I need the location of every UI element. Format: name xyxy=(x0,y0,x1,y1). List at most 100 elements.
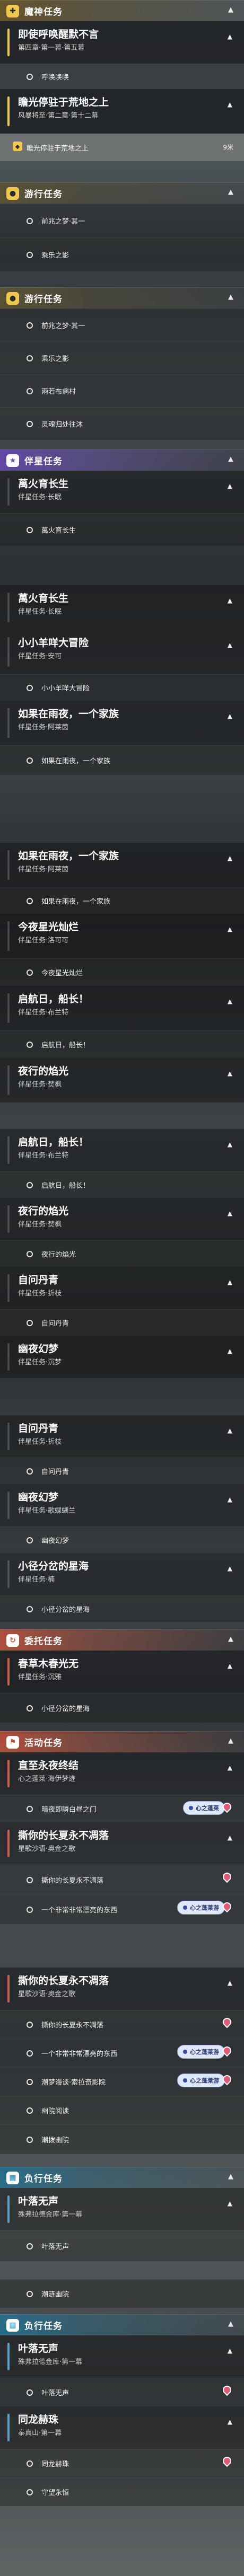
category-header-main[interactable]: ✚ 魔神任务 ▲ xyxy=(0,0,244,21)
location-badge[interactable]: 心之蓬莱游 xyxy=(177,1901,225,1915)
chevron-up-icon[interactable]: ▲ xyxy=(228,1565,232,1572)
objective-row[interactable]: 幽夜幻梦 xyxy=(0,1527,244,1553)
objective-row[interactable]: 一个非常非常漂亮的东西 心之蓬莱游 xyxy=(0,1894,244,1924)
chevron-up-icon[interactable]: ▲ xyxy=(228,1979,232,1987)
chevron-up-icon[interactable]: ▲ xyxy=(228,101,232,108)
chevron-up-icon[interactable]: ▲ xyxy=(228,1834,232,1841)
chevron-up-icon[interactable]: ▲ xyxy=(228,712,232,720)
category-header-commission[interactable]: ↻ 委托任务 ▲ xyxy=(0,1629,244,1651)
chevron-up-icon[interactable]: ▲ xyxy=(228,597,232,604)
quest-entry[interactable]: 幽夜幻梦 伴星任务·沉梦 ▲ xyxy=(0,1336,244,1378)
objective-row[interactable]: 小小羊咩大冒险 xyxy=(0,674,244,701)
chevron-up-icon[interactable]: ▲ xyxy=(228,1070,232,1077)
collapse-arrow-icon[interactable]: ▲ xyxy=(228,1635,233,1643)
collapse-arrow-icon[interactable]: ▲ xyxy=(228,2173,233,2181)
quest-entry[interactable]: 撕你的长夏永不凋落 星歌沙语·奥金之歌 ▲ xyxy=(0,1822,244,1865)
quest-entry[interactable]: 即使呼唤醒默不言 第四章·第一幕·第五幕 ▲ xyxy=(0,21,244,64)
chevron-up-icon[interactable]: ▲ xyxy=(228,641,232,649)
chevron-up-icon[interactable]: ▲ xyxy=(228,1278,232,1286)
quest-entry[interactable]: 如果在雨夜，一个家族 伴星任务·阿莱茵 ▲ xyxy=(0,843,244,887)
objective-row[interactable]: 潮拨幽院 xyxy=(0,2124,244,2154)
category-header-side[interactable]: ● 游行任务 ▲ xyxy=(0,287,244,308)
quest-entry[interactable]: 萬火育长生 伴星任务·长眠 ▲ xyxy=(0,585,244,630)
objective-row[interactable]: 撕你的长夏永不凋落 xyxy=(0,1865,244,1894)
objective-row[interactable]: 前兆之梦·其一 xyxy=(0,308,244,341)
category-header-side[interactable]: ● 游行任务 ▲ xyxy=(0,182,244,204)
chevron-up-icon[interactable]: ▲ xyxy=(228,925,232,933)
waypoint-pin-icon[interactable] xyxy=(221,2384,233,2396)
chevron-up-icon[interactable]: ▲ xyxy=(228,482,232,490)
objective-row[interactable]: 同龙赫珠 xyxy=(0,2449,244,2477)
quest-entry[interactable]: 叶落无声 殊弗拉德金库·第一幕 ▲ xyxy=(0,2188,244,2230)
category-header-companion[interactable]: ★ 伴星任务 ▲ xyxy=(0,449,244,471)
objective-row[interactable]: 启航日，船长！ xyxy=(0,1171,244,1198)
chevron-up-icon[interactable]: ▲ xyxy=(228,1347,232,1355)
objective-row[interactable]: 呼唤唤唤 xyxy=(0,64,244,89)
category-header-daily[interactable]: ▦ 负行任务 ▲ xyxy=(0,2314,244,2335)
objective-row[interactable]: 自问丹青 xyxy=(0,1458,244,1484)
objective-row[interactable]: 撕你的长夏永不凋落 xyxy=(0,2010,244,2039)
objective-row[interactable]: 潮梦海谈·索拉奇影院 心之蓬莱游 xyxy=(0,2067,244,2096)
chevron-up-icon[interactable]: ▲ xyxy=(228,1427,232,1434)
quest-entry[interactable]: 启航日，船长！ 伴星任务·布兰特 ▲ xyxy=(0,986,244,1030)
objective-row[interactable]: 叶落无声 xyxy=(0,2378,244,2406)
objective-row-tracked[interactable]: ◆ 瞻光停驻于荒地之上 9米 xyxy=(0,134,244,161)
objective-row[interactable]: 雨若布病村 xyxy=(0,374,244,407)
chevron-up-icon[interactable]: ▲ xyxy=(228,2347,232,2354)
collapse-arrow-icon[interactable]: ▲ xyxy=(228,2320,233,2328)
objective-row[interactable]: 小径分岔的星海 xyxy=(0,1693,244,1723)
objective-row[interactable]: 乘乐之影 xyxy=(0,237,244,271)
chevron-up-icon[interactable]: ▲ xyxy=(228,998,232,1005)
quest-entry[interactable]: 萬火育长生 伴星任务·长眠 ▲ xyxy=(0,471,244,513)
quest-entry[interactable]: 瞻光停驻于荒地之上 风暴将至·第二章·第十二幕 ▲ xyxy=(0,89,244,134)
objective-row[interactable]: 一个非常非常漂亮的东西 心之蓬莱游 xyxy=(0,2039,244,2067)
quest-entry[interactable]: 直至永夜终结 心之蓬莱·海伊梦迹 ▲ xyxy=(0,1752,244,1795)
objective-row[interactable]: 乘乐之影 xyxy=(0,341,244,374)
waypoint-pin-icon[interactable] xyxy=(221,1871,233,1883)
quest-entry[interactable]: 夜行的焰光 伴星任务·焚枫 ▲ xyxy=(0,1058,244,1102)
chevron-up-icon[interactable]: ▲ xyxy=(228,1496,232,1503)
category-header-event[interactable]: ⚑ 活动任务 ▲ xyxy=(0,1731,244,1752)
chevron-up-icon[interactable]: ▲ xyxy=(228,1662,232,1670)
objective-row[interactable]: 今夜星光灿烂 xyxy=(0,958,244,986)
objective-row[interactable]: 叶落无声 xyxy=(0,2230,244,2261)
collapse-arrow-icon[interactable]: ▲ xyxy=(228,455,233,463)
waypoint-pin-icon[interactable] xyxy=(221,2455,233,2467)
quest-entry[interactable]: 幽夜幻梦 伴星任务·歌蝶蝴兰 ▲ xyxy=(0,1484,244,1527)
location-badge[interactable]: 心之蓬莱游 xyxy=(177,2074,225,2087)
category-header-daily[interactable]: ▦ 负行任务 ▲ xyxy=(0,2167,244,2188)
chevron-up-icon[interactable]: ▲ xyxy=(228,1210,232,1217)
objective-row[interactable]: 萬火育长生 xyxy=(0,513,244,546)
quest-entry[interactable]: 今夜星光灿烂 伴星任务·洛可可 ▲ xyxy=(0,914,244,958)
quest-entry[interactable]: 春草木春光无 伴星任务·沉雅 ▲ xyxy=(0,1651,244,1693)
collapse-arrow-icon[interactable]: ▲ xyxy=(228,6,233,14)
waypoint-pin-icon[interactable] xyxy=(221,2016,233,2028)
objective-row[interactable]: 幽院阅读 xyxy=(0,2096,244,2124)
quest-entry[interactable]: 撕你的长夏永不凋落 星歌沙语·奥金之歌 ▲ xyxy=(0,1968,244,2010)
quest-entry[interactable]: 如果在雨夜，一个家族 伴星任务·阿莱茵 ▲ xyxy=(0,701,244,745)
collapse-arrow-icon[interactable]: ▲ xyxy=(228,188,233,196)
objective-row[interactable]: 灵魂归处往沐 xyxy=(0,407,244,440)
objective-row[interactable]: 如果在雨夜，一个家族 xyxy=(0,745,244,775)
quest-entry[interactable]: 同龙赫珠 泰真山·第一幕 ▲ xyxy=(0,2406,244,2449)
objective-row[interactable]: 如果在雨夜，一个家族 xyxy=(0,887,244,914)
quest-entry[interactable]: 小径分岔的星海 伴星任务·楠 ▲ xyxy=(0,1553,244,1595)
location-badge[interactable]: 心之蓬莱游 xyxy=(177,2045,225,2059)
quest-entry[interactable]: 启航日，船长！ 伴星任务·布兰特 ▲ xyxy=(0,1129,244,1171)
chevron-up-icon[interactable]: ▲ xyxy=(228,2200,232,2207)
chevron-up-icon[interactable]: ▲ xyxy=(228,854,232,862)
objective-row[interactable]: 潮涟幽院 xyxy=(0,2279,244,2308)
quest-entry[interactable]: 小小羊咩大冒险 伴星任务·安可 ▲ xyxy=(0,630,244,674)
objective-row[interactable]: 守望永恒 xyxy=(0,2477,244,2506)
chevron-up-icon[interactable]: ▲ xyxy=(228,1764,232,1771)
location-badge[interactable]: 心之蓬莱 xyxy=(183,1801,225,1815)
objective-row[interactable]: 前兆之梦·其一 xyxy=(0,204,244,237)
quest-entry[interactable]: 自问丹青 伴星任务·折枝 ▲ xyxy=(0,1415,244,1458)
quest-entry[interactable]: 夜行的焰光 伴星任务·焚枫 ▲ xyxy=(0,1198,244,1240)
chevron-up-icon[interactable]: ▲ xyxy=(228,1141,232,1148)
objective-row[interactable]: 启航日，船长！ xyxy=(0,1030,244,1058)
chevron-up-icon[interactable]: ▲ xyxy=(228,33,232,40)
objective-row[interactable]: 暗夜即瞬白昼之门 心之蓬莱 xyxy=(0,1795,244,1822)
objective-row[interactable]: 自问丹青 xyxy=(0,1309,244,1336)
objective-row[interactable]: 夜行的焰光 xyxy=(0,1240,244,1267)
